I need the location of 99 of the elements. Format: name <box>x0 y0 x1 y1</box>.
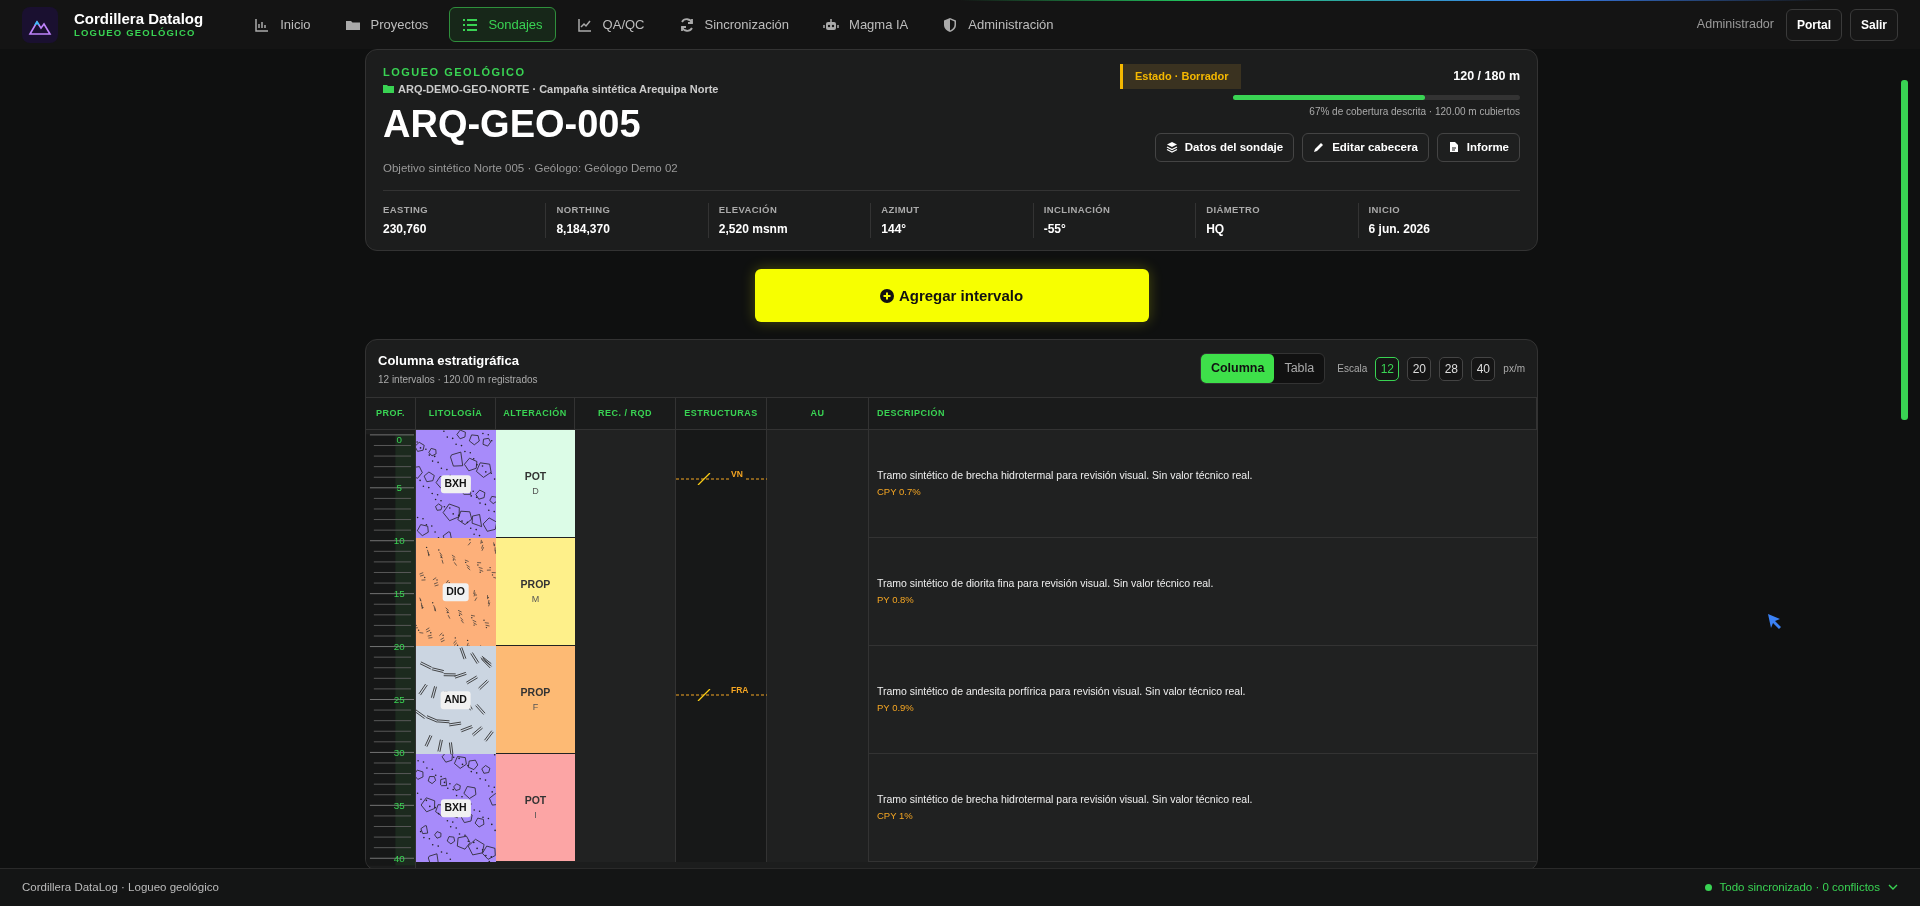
plus-circle-icon <box>879 288 894 303</box>
stat-value: HQ <box>1206 221 1226 239</box>
nav-link[interactable]: Magma IA <box>810 6 922 43</box>
status-badge: Estado · Borrador <box>1120 64 1241 89</box>
structure-code: VN <box>729 468 745 481</box>
pencil-icon <box>1313 141 1326 154</box>
coverage-caption: 67% de cobertura descrita · 120.00 m cubiertos <box>1309 104 1520 119</box>
stat-value: 144° <box>881 221 908 239</box>
view-tab[interactable]: Tabla <box>1274 354 1325 384</box>
alteration-code: POT <box>524 469 547 485</box>
brand-name: Cordillera Datalog <box>74 11 204 28</box>
stat-value: 230,760 <box>383 221 428 239</box>
alteration-code: POT <box>524 793 547 809</box>
column-header: DESCRIPCIÓN <box>869 397 1537 431</box>
interval-description: Tramo sintético de diorita fina para revisión visual. Sin valor técnico real. <box>877 576 1215 592</box>
alteration-intensity: D <box>532 484 539 498</box>
sync-status: Todo sincronizado · 0 conflictos <box>1719 879 1880 895</box>
nav-link[interactable]: QA/QC <box>563 6 658 43</box>
stat-label: AZIMUT <box>881 203 921 218</box>
nav-link[interactable]: Sincronización <box>665 6 803 43</box>
stat-label: NORTHING <box>556 203 612 218</box>
footer-text: Cordillera DataLog · Logueo geológico <box>22 879 219 895</box>
hole-title: ARQ-GEO-005 <box>383 104 642 146</box>
nav-link[interactable]: Administración <box>929 6 1067 43</box>
section-eyebrow: LOGUEO GEOLÓGICO <box>383 65 527 80</box>
view-tab[interactable]: Columna <box>1200 354 1275 384</box>
depth-label: 40 <box>393 853 405 864</box>
robot-icon <box>823 16 840 33</box>
depth-label: 25 <box>393 694 405 706</box>
shield-icon <box>942 16 959 33</box>
interval-description: Tramo sintético de brecha hidrotermal para revisión visual. Sin valor técnico real. <box>877 468 1254 484</box>
depth-label: 20 <box>393 641 405 653</box>
mineral-note: PY 0.9% <box>877 701 915 716</box>
scale-option[interactable]: 20 <box>1407 356 1432 381</box>
stat-label: DIÁMETRO <box>1206 203 1261 218</box>
mineral-note: PY 0.8% <box>877 593 915 608</box>
card-subtitle: 12 intervalos · 120.00 m registrados <box>378 373 538 388</box>
scale-option[interactable]: 12 <box>1375 356 1400 381</box>
header-button[interactable]: Portal <box>1785 8 1842 41</box>
mineral-note: CPY 0.7% <box>877 485 922 500</box>
column-header: LITOLOGÍA <box>416 397 496 431</box>
nav-link[interactable]: Proyectos <box>331 6 442 43</box>
sync-icon <box>678 16 695 33</box>
depth-label: 35 <box>393 800 405 812</box>
document-icon <box>1447 141 1460 154</box>
hole-subtitle: Objetivo sintético Norte 005 · Geólogo: Geólogo Demo 02 <box>383 160 679 176</box>
header-action-button[interactable]: Datos del sondaje <box>1154 132 1295 162</box>
add-interval-button[interactable]: Agregar intervalo <box>754 269 1149 323</box>
campaign-name: ARQ-DEMO-GEO-NORTE · Campaña sintética Arequipa Norte <box>398 81 719 97</box>
alteration-code: PROP <box>520 685 551 701</box>
list-icon <box>462 16 479 33</box>
scale-unit: px/m <box>1503 362 1525 377</box>
column-header: ESTRUCTURAS <box>676 397 767 431</box>
scale-option[interactable]: 28 <box>1439 356 1464 381</box>
nav-link[interactable]: Sondajes <box>449 6 556 43</box>
sync-status-dot <box>1704 884 1712 891</box>
cursor-icon <box>1766 612 1784 630</box>
stat-value: -55° <box>1043 221 1067 239</box>
scrollbar-thumb[interactable] <box>1901 80 1908 420</box>
interval-description: Tramo sintético de brecha hidrotermal para revisión visual. Sin valor técnico real. <box>877 792 1254 808</box>
bar-chart-icon <box>254 16 271 33</box>
chevron-icon <box>1888 884 1898 891</box>
stat-value: 2,520 msnm <box>718 221 789 239</box>
header-action-button[interactable]: Editar cabecera <box>1302 132 1429 162</box>
alteration-intensity: I <box>534 808 537 822</box>
interval-description: Tramo sintético de andesita porfírica para revisión visual. Sin valor técnico real. <box>877 684 1247 700</box>
folder-icon <box>383 83 394 94</box>
stat-value: 6 jun. 2026 <box>1368 221 1431 239</box>
depth-label: 5 <box>396 482 403 494</box>
alteration-code: PROP <box>520 577 551 593</box>
stat-label: INCLINACIÓN <box>1043 203 1112 218</box>
logo-icon <box>22 6 58 43</box>
depth-label: 15 <box>393 588 405 600</box>
header-button[interactable]: Salir <box>1850 8 1898 41</box>
structure-code: FRA <box>729 684 751 697</box>
line-chart-icon <box>576 16 593 33</box>
column-header: PROF. <box>366 397 416 431</box>
alteration-intensity: F <box>532 700 539 714</box>
scale-label: Escala <box>1337 362 1368 377</box>
scale-option[interactable]: 40 <box>1471 356 1496 381</box>
column-header: ALTERACIÓN <box>496 397 575 431</box>
stat-label: ELEVACIÓN <box>718 203 779 218</box>
depth-label: 10 <box>393 535 405 547</box>
brand-tagline: LOGUEO GEOLÓGICO <box>74 27 196 38</box>
depth-label: 30 <box>393 747 405 759</box>
card-title: Columna estratigráfica <box>378 351 520 370</box>
column-header: REC. / RQD <box>575 397 676 431</box>
column-header: AU <box>767 397 869 431</box>
alteration-intensity: M <box>531 592 540 606</box>
depth-label: 0 <box>396 434 403 446</box>
stat-label: EASTING <box>383 203 430 218</box>
header-action-button[interactable]: Informe <box>1436 132 1520 162</box>
stat-value: 8,184,370 <box>556 221 611 239</box>
user-role: Administrador <box>1696 16 1774 34</box>
mineral-note: CPY 1% <box>877 809 914 824</box>
layers-icon <box>1165 141 1178 154</box>
nav-link[interactable]: Inicio <box>241 6 324 43</box>
meters-reading: 120 / 180 m <box>1453 67 1520 85</box>
stat-label: INICIO <box>1368 203 1401 218</box>
